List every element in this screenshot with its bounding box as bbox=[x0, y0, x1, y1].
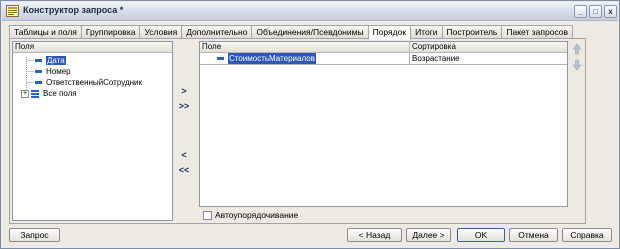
tree-item-date[interactable]: Дата bbox=[35, 55, 66, 66]
add-field-button[interactable]: > bbox=[177, 86, 191, 98]
tree-item-number[interactable]: Номер bbox=[35, 66, 71, 77]
ok-button[interactable]: OK bbox=[457, 228, 505, 242]
cell-sort-value[interactable]: Возрастание bbox=[412, 53, 460, 64]
window-title: Конструктор запроса * bbox=[23, 5, 124, 15]
column-header-field[interactable]: Поле bbox=[200, 42, 410, 53]
field-icon bbox=[35, 70, 42, 74]
tree-item-label: Номер bbox=[46, 67, 71, 76]
tree-item-all-fields[interactable]: + Все поля bbox=[21, 88, 77, 99]
tree-item-label: Все поля bbox=[43, 89, 77, 98]
query-builder-window: Конструктор запроса * _ □ x Таблицы и по… bbox=[0, 0, 620, 249]
move-down-icon[interactable] bbox=[571, 59, 583, 71]
maximize-icon: □ bbox=[593, 6, 598, 16]
table-row[interactable]: СтоимостьМатериалов Возрастание bbox=[200, 53, 567, 65]
field-icon bbox=[35, 81, 42, 85]
order-table[interactable]: Поле Сортировка СтоимостьМатериалов Возр… bbox=[199, 41, 568, 207]
expand-icon[interactable]: + bbox=[21, 89, 29, 98]
help-button[interactable]: Справка bbox=[562, 228, 612, 242]
tree-item-label: Дата bbox=[46, 56, 66, 65]
tree-item-responsible-employee[interactable]: ОтветственныйСотрудник bbox=[35, 77, 142, 88]
auto-order-label: Автоупорядочивание bbox=[215, 210, 299, 220]
table-icon bbox=[31, 89, 39, 98]
tab-tables-and-fields[interactable]: Таблицы и поля bbox=[9, 25, 82, 39]
column-header-sort[interactable]: Сортировка bbox=[410, 42, 567, 53]
app-icon bbox=[6, 5, 19, 17]
add-all-fields-button[interactable]: >> bbox=[177, 101, 191, 113]
query-button[interactable]: Запрос bbox=[9, 228, 60, 242]
close-icon: x bbox=[608, 6, 613, 16]
close-button[interactable]: x bbox=[604, 5, 617, 18]
tab-unions-aliases[interactable]: Объединения/Псевдонимы bbox=[251, 25, 369, 39]
tab-totals[interactable]: Итоги bbox=[410, 25, 443, 39]
tree-item-label: ОтветственныйСотрудник bbox=[46, 78, 142, 87]
cell-field[interactable]: СтоимостьМатериалов bbox=[200, 53, 410, 64]
tab-grouping[interactable]: Группировка bbox=[80, 25, 141, 39]
tab-conditions[interactable]: Условия bbox=[139, 25, 183, 39]
order-tab-panel: Поля Дата Номер ОтветственныйСотрудник +… bbox=[9, 38, 586, 224]
minimize-icon: _ bbox=[578, 6, 583, 16]
fields-header: Поля bbox=[13, 42, 172, 53]
next-button[interactable]: Далее > bbox=[406, 228, 451, 242]
remove-all-fields-button[interactable]: << bbox=[177, 165, 191, 177]
fields-tree[interactable]: Поля Дата Номер ОтветственныйСотрудник +… bbox=[12, 41, 173, 221]
title-bar[interactable]: Конструктор запроса * _ □ x bbox=[2, 2, 618, 21]
cancel-button[interactable]: Отмена bbox=[509, 228, 558, 242]
tab-query-batch[interactable]: Пакет запросов bbox=[501, 25, 573, 39]
remove-field-button[interactable]: < bbox=[177, 150, 191, 162]
move-up-icon[interactable] bbox=[571, 43, 583, 55]
cell-field-value: СтоимостьМатериалов bbox=[228, 53, 316, 64]
auto-order-checkbox[interactable] bbox=[203, 211, 212, 220]
minimize-button[interactable]: _ bbox=[574, 5, 587, 18]
back-button[interactable]: < Назад bbox=[347, 228, 402, 242]
field-icon bbox=[35, 59, 42, 63]
tab-order[interactable]: Порядок bbox=[367, 25, 412, 40]
tab-strip: Таблицы и поля Группировка Условия Допол… bbox=[9, 25, 573, 40]
maximize-button[interactable]: □ bbox=[589, 5, 602, 18]
tab-additional[interactable]: Дополнительно bbox=[181, 25, 253, 39]
field-icon bbox=[217, 57, 224, 60]
tab-builder[interactable]: Построитель bbox=[441, 25, 503, 39]
